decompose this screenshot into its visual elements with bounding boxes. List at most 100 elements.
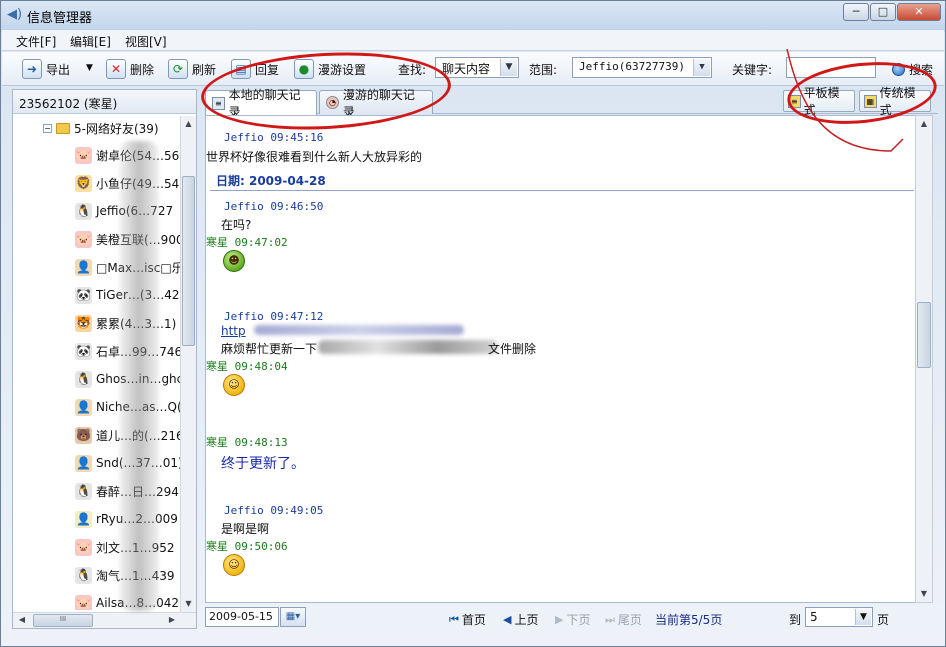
message-text: 世界杯好像很难看到什么新人大放异彩的 <box>206 150 423 164</box>
penguin-icon: ◔ <box>326 96 339 109</box>
delete-label: 删除 <box>130 62 155 77</box>
minimize-button[interactable]: ─ <box>843 3 869 21</box>
menu-edit[interactable]: 编辑[E] <box>70 33 111 50</box>
avatar-icon: 🐧 <box>75 202 92 220</box>
search-label: 搜索 <box>909 62 934 77</box>
hscroll-thumb[interactable]: III <box>33 614 93 627</box>
find-select[interactable]: 聊天内容 ▼ <box>435 57 519 78</box>
contact-panel: 23562102 (寒星) − 5-网络好友(39) 🐷谢卓伦(54…560🦁小… <box>12 89 197 629</box>
avatar-icon: 👤 <box>75 258 92 276</box>
avatar-icon: 👤 <box>75 510 92 528</box>
avatar-icon: 🐯 <box>75 314 92 332</box>
roaming-settings-label: 漫游设置 <box>318 62 367 77</box>
chevron-down-icon: ▼ <box>500 59 517 76</box>
date-divider <box>210 190 914 191</box>
scope-select[interactable]: Jeffio(63727739) ▼ <box>572 57 712 78</box>
chevron-down-icon: ▼ <box>693 59 710 76</box>
avatar-icon: 🐻 <box>75 426 92 444</box>
find-value: 聊天内容 <box>442 62 491 76</box>
goto-label: 到 <box>789 613 802 627</box>
group-row[interactable]: − 5-网络好友(39) <box>43 120 159 137</box>
scroll-up-icon[interactable]: ▲ <box>181 116 196 132</box>
prev-page-label: 上页 <box>514 613 539 627</box>
message-link[interactable]: http <box>221 324 246 338</box>
chevron-down-icon: ▼ <box>855 609 871 625</box>
app-window: ◀) 信息管理器 ─ □ ✕ 文件[F] 编辑[E] 视图[V] ➜ 导出 ▼ … <box>0 0 946 647</box>
export-button[interactable]: ➜ 导出 <box>22 58 70 80</box>
delete-button[interactable]: ✕ 删除 <box>106 58 154 80</box>
avatar-icon: 🐼 <box>75 286 92 304</box>
scroll-thumb[interactable] <box>182 176 195 346</box>
first-page-button[interactable]: ⏮ 首页 <box>449 611 486 628</box>
date-field[interactable]: 2009-05-15 <box>205 607 279 627</box>
contact-hscrollbar[interactable]: ◀ III ▶ <box>13 612 196 628</box>
avatar-icon: 🐧 <box>75 482 92 500</box>
avatar-icon: 🐷 <box>75 594 92 610</box>
pager-bar: 2009-05-15 ▦▾ ⏮ 首页 ◀ 上页 ▶ 下页 ⏭ 尾页 当前第5/5… <box>205 605 933 629</box>
emoji-icon: ☺ <box>223 554 245 576</box>
restore-label: 回复 <box>255 62 280 77</box>
chat-scroll-thumb[interactable] <box>917 302 931 368</box>
avatar-icon: 🐷 <box>75 230 92 248</box>
scroll-left-icon[interactable]: ◀ <box>15 612 29 628</box>
calendar-icon[interactable]: ▦▾ <box>280 607 306 627</box>
message-header: 寒星 09:50:06 <box>206 540 288 553</box>
avatar-icon: 🐼 <box>75 342 92 360</box>
next-page-icon: ▶ <box>555 613 564 626</box>
message-header: Jeffio 09:47:12 <box>224 310 324 323</box>
tab-local-records[interactable]: ≡ 本地的聊天记录 <box>205 88 317 119</box>
scope-value: Jeffio(63727739) <box>579 60 685 73</box>
avatar-icon: 🐧 <box>75 566 92 584</box>
redacted-text <box>318 340 498 354</box>
restore-button[interactable]: ▤ 回复 <box>231 58 279 80</box>
avatar-icon: 👤 <box>75 454 92 472</box>
last-page-label: 尾页 <box>617 613 642 627</box>
app-icon: ◀) <box>7 7 23 22</box>
next-page-label: 下页 <box>566 613 591 627</box>
delete-icon: ✕ <box>106 59 126 79</box>
group-name: 5-网络好友(39) <box>74 122 159 136</box>
message-header: Jeffio 09:46:50 <box>224 200 324 213</box>
find-label: 查找: <box>398 63 427 77</box>
scroll-up-icon[interactable]: ▲ <box>916 116 932 132</box>
scroll-down-icon[interactable]: ▼ <box>181 596 196 612</box>
date-separator: 日期: 2009-04-28 <box>216 174 326 188</box>
export-dropdown-icon[interactable]: ▼ <box>86 63 93 73</box>
contact-scrollbar[interactable]: ▲ ▼ <box>180 116 196 612</box>
emoji-icon: ☻ <box>223 250 245 272</box>
message-text-tail: 文件删除 <box>488 342 537 356</box>
close-button[interactable]: ✕ <box>897 3 941 21</box>
avatar-icon: 🦁 <box>75 174 92 192</box>
prev-page-icon: ◀ <box>503 613 512 626</box>
refresh-button[interactable]: ⟳ 刷新 <box>168 58 216 80</box>
avatar-icon: 🐷 <box>75 146 92 164</box>
last-page-button[interactable]: ⏭ 尾页 <box>605 611 642 628</box>
refresh-label: 刷新 <box>192 62 217 77</box>
roaming-settings-button[interactable]: ● 漫游设置 <box>294 58 366 80</box>
export-icon: ➜ <box>22 59 42 79</box>
redacted-link <box>254 325 464 335</box>
prev-page-button[interactable]: ◀ 上页 <box>503 611 538 628</box>
keyword-label: 关键字: <box>732 63 773 77</box>
goto-page-select[interactable]: 5 ▼ <box>805 607 873 627</box>
goto-page-value: 5 <box>810 610 818 624</box>
tab-roaming-records[interactable]: ◔ 漫游的聊天记录 <box>319 88 433 119</box>
chat-scrollbar[interactable]: ▲ ▼ <box>915 115 933 603</box>
menu-view[interactable]: 视图[V] <box>125 33 167 50</box>
page-indicator: 当前第5/5页 <box>655 613 723 627</box>
avatar-icon: 🐷 <box>75 538 92 556</box>
maximize-button[interactable]: □ <box>870 3 896 21</box>
scope-label: 范围: <box>529 63 558 77</box>
window-title: 信息管理器 <box>27 11 93 26</box>
collapse-icon[interactable]: − <box>43 124 52 133</box>
message-header: 寒星 09:48:04 <box>206 360 288 373</box>
scroll-down-icon[interactable]: ▼ <box>916 586 932 602</box>
annotation-stroke <box>786 48 904 152</box>
message-text: 终于更新了。 <box>221 456 305 472</box>
message-header: Jeffio 09:45:16 <box>224 131 324 144</box>
avatar-icon: 🐧 <box>75 370 92 388</box>
chat-log: Jeffio 09:45:16 世界杯好像很难看到什么新人大放异彩的 日期: 2… <box>205 115 933 603</box>
menu-file[interactable]: 文件[F] <box>16 33 56 50</box>
scroll-right-icon[interactable]: ▶ <box>165 612 179 628</box>
next-page-button[interactable]: ▶ 下页 <box>555 611 590 628</box>
